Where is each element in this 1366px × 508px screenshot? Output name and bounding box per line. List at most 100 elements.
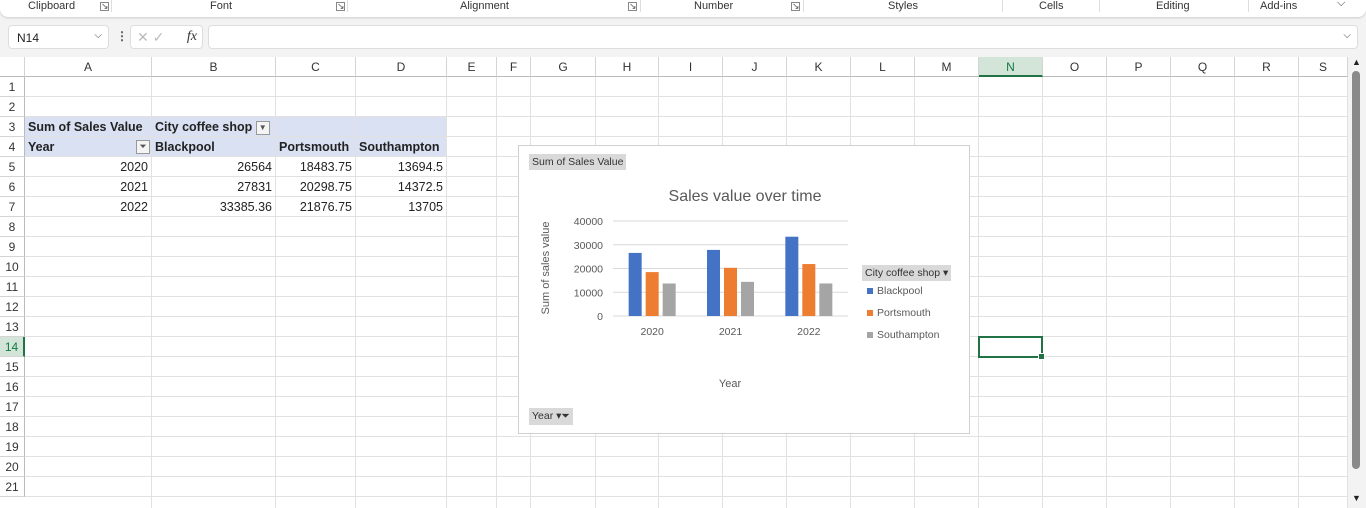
- insert-function-button[interactable]: fx: [187, 29, 197, 45]
- pivot-chart[interactable]: Sales value over time 0 10000 20000 30000 400…: [518, 145, 970, 434]
- pivot-row-label[interactable]: 2021: [25, 177, 151, 197]
- bar-portsmouth-2020: [645, 272, 659, 316]
- row-header-14[interactable]: 14: [0, 337, 25, 357]
- row-header-2[interactable]: 2: [0, 97, 25, 117]
- pivot-value-cell[interactable]: 13705: [356, 197, 446, 217]
- row-header-6[interactable]: 6: [0, 177, 25, 197]
- pivot-value-cell[interactable]: 21876.75: [276, 197, 355, 217]
- pivot-value-cell[interactable]: 18483.75: [276, 157, 355, 177]
- pivot-row-label[interactable]: 2022: [25, 197, 151, 217]
- alignment-launcher-icon[interactable]: ↘: [628, 2, 637, 11]
- legend-field-button[interactable]: City coffee shop ▾: [862, 265, 952, 281]
- x-tick-label: 2020: [640, 326, 664, 338]
- ribbon-group-font: Font: [210, 0, 233, 12]
- column-header-S[interactable]: S: [1299, 57, 1348, 77]
- pivot-column-field[interactable]: City coffee shop ▼: [152, 117, 312, 137]
- row-header-1[interactable]: 1: [0, 77, 25, 97]
- pivot-value-cell[interactable]: 26564: [152, 157, 275, 177]
- row-header-21[interactable]: 21: [0, 477, 25, 497]
- vertical-scrollbar[interactable]: ▲ ▼: [1348, 57, 1366, 508]
- column-header-P[interactable]: P: [1107, 57, 1171, 77]
- column-header-L[interactable]: L: [851, 57, 915, 77]
- expand-formula-chevron-icon[interactable]: ⌵: [1343, 30, 1351, 41]
- ribbon-group-cells: Cells: [1039, 0, 1064, 12]
- number-launcher-icon[interactable]: ↘: [791, 2, 800, 11]
- enter-check-icon[interactable]: ✓: [153, 29, 165, 45]
- column-header-H[interactable]: H: [596, 57, 659, 77]
- pivot-row-label[interactable]: 2020: [25, 157, 151, 177]
- row-field-label: Year: [28, 140, 55, 154]
- row-header-18[interactable]: 18: [0, 417, 25, 437]
- clipboard-launcher-icon[interactable]: ↘: [100, 2, 109, 11]
- bar-southampton-2022: [819, 283, 833, 316]
- filter-dropdown-icon[interactable]: ⏷: [136, 140, 150, 154]
- pivot-value-cell[interactable]: 13694.5: [356, 157, 446, 177]
- scroll-down-icon[interactable]: ▼: [1352, 493, 1361, 503]
- row-header-15[interactable]: 15: [0, 357, 25, 377]
- pivot-column-header[interactable]: Blackpool: [152, 137, 276, 157]
- column-header-J[interactable]: J: [723, 57, 787, 77]
- pivot-row-field[interactable]: Year ⏷: [25, 137, 152, 157]
- more-options-icon[interactable]: ⋮: [116, 29, 128, 43]
- y-tick-label: 40000: [574, 216, 603, 228]
- column-header-E[interactable]: E: [447, 57, 497, 77]
- column-header-Q[interactable]: Q: [1171, 57, 1235, 77]
- formula-input[interactable]: ⌵: [208, 25, 1358, 49]
- row-header-13[interactable]: 13: [0, 317, 25, 337]
- axis-field-label: Year: [532, 410, 554, 422]
- chevron-down-icon[interactable]: ⌵: [94, 30, 102, 41]
- column-header-B[interactable]: B: [152, 57, 276, 77]
- pivot-value-cell[interactable]: 14372.5: [356, 177, 446, 197]
- ribbon-collapse-chevron-icon[interactable]: ⌵: [1337, 0, 1345, 10]
- row-header-5[interactable]: 5: [0, 157, 25, 177]
- y-tick-label: 10000: [574, 287, 603, 299]
- column-header-A[interactable]: A: [25, 57, 152, 77]
- pivot-column-header[interactable]: Portsmouth: [276, 137, 356, 157]
- pivot-column-header[interactable]: Southampton: [356, 137, 447, 157]
- column-header-K[interactable]: K: [787, 57, 851, 77]
- selected-cell-N14[interactable]: [978, 336, 1045, 360]
- legend-swatch: [867, 332, 873, 338]
- row-header-7[interactable]: 7: [0, 197, 25, 217]
- column-header-I[interactable]: I: [659, 57, 723, 77]
- row-header-19[interactable]: 19: [0, 437, 25, 457]
- column-header-G[interactable]: G: [531, 57, 596, 77]
- row-header-3[interactable]: 3: [0, 117, 25, 137]
- column-header-N[interactable]: N: [979, 57, 1043, 77]
- bar-southampton-2020: [662, 283, 676, 316]
- cancel-icon[interactable]: ✕: [137, 29, 149, 45]
- font-launcher-icon[interactable]: ↘: [336, 2, 345, 11]
- row-header-12[interactable]: 12: [0, 297, 25, 317]
- pivot-value-cell[interactable]: 33385.36: [152, 197, 275, 217]
- scroll-up-icon[interactable]: ▲: [1352, 57, 1361, 67]
- filter-dropdown-icon: ▾⏷: [556, 410, 570, 422]
- column-header-D[interactable]: D: [356, 57, 447, 77]
- name-box[interactable]: N14 ⌵: [8, 25, 109, 49]
- dropdown-arrow-icon[interactable]: ▼: [255, 120, 270, 135]
- scroll-thumb[interactable]: [1352, 71, 1360, 469]
- legend-item-blackpool: Blackpool: [877, 285, 923, 297]
- column-header-C[interactable]: C: [276, 57, 356, 77]
- column-header-M[interactable]: M: [915, 57, 979, 77]
- value-field-button[interactable]: Sum of Sales Value: [529, 154, 627, 170]
- column-header-O[interactable]: O: [1043, 57, 1107, 77]
- row-header-8[interactable]: 8: [0, 217, 25, 237]
- axis-field-button[interactable]: Year ▾⏷: [529, 408, 573, 425]
- row-header-9[interactable]: 9: [0, 237, 25, 257]
- column-header-F[interactable]: F: [497, 57, 531, 77]
- row-header-11[interactable]: 11: [0, 277, 25, 297]
- ribbon: Clipboard ↘ Font ↘ Alignment ↘ Number ↘ …: [0, 0, 1366, 17]
- row-header-4[interactable]: 4: [0, 137, 25, 157]
- row-header-20[interactable]: 20: [0, 457, 25, 477]
- pivot-value-cell[interactable]: 20298.75: [276, 177, 355, 197]
- pivot-value-label[interactable]: Sum of Sales Value: [25, 117, 152, 137]
- row-header-10[interactable]: 10: [0, 257, 25, 277]
- ribbon-group-clipboard: Clipboard: [28, 0, 76, 12]
- x-tick-label: 2022: [797, 326, 821, 338]
- row-header-16[interactable]: 16: [0, 377, 25, 397]
- row-header-17[interactable]: 17: [0, 397, 25, 417]
- pivot-value-cell[interactable]: 27831: [152, 177, 275, 197]
- x-tick-label: 2021: [719, 326, 743, 338]
- select-all-corner[interactable]: [0, 57, 25, 77]
- column-header-R[interactable]: R: [1235, 57, 1299, 77]
